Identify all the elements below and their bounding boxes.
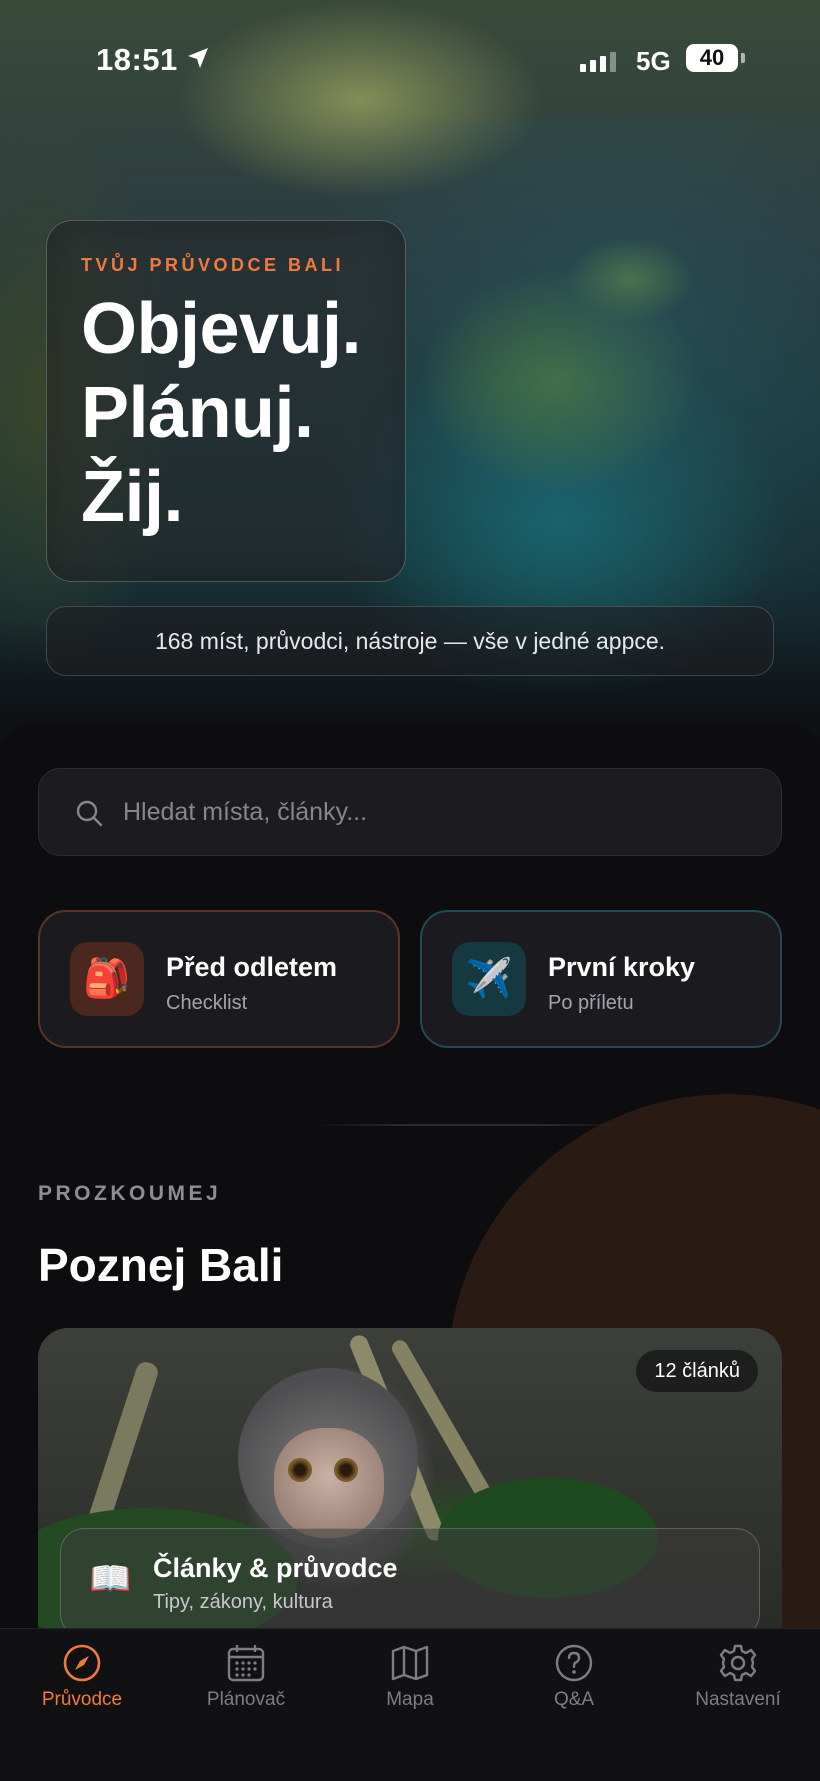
tab-label: Mapa	[386, 1689, 434, 1710]
image-monkey-eye	[288, 1458, 312, 1482]
quick-action-title: První kroky	[548, 952, 696, 982]
tab-label: Průvodce	[41, 1689, 123, 1710]
section-title: Poznej Bali	[38, 1239, 284, 1291]
tab-label: Plánovač	[206, 1689, 286, 1710]
status-bar: 18:51 5G 40	[0, 38, 820, 78]
gear-icon	[719, 1644, 757, 1682]
tab-label: Nastavení	[695, 1689, 781, 1710]
feature-card-title: Články & průvodce	[153, 1553, 398, 1583]
status-time: 18:51	[96, 42, 178, 77]
image-monkey-face	[274, 1428, 384, 1538]
section-divider	[312, 1124, 632, 1126]
signal-bars-icon	[580, 50, 616, 72]
compass-icon	[63, 1644, 101, 1682]
tab-bar: Průvodce Plánovač Mapa Q&A Nastavení	[0, 1628, 820, 1781]
battery-tip	[741, 53, 745, 63]
tab-pruvodce[interactable]: Průvodce	[0, 1643, 164, 1733]
section-kicker: PROZKOUMEJ	[38, 1182, 222, 1205]
tab-planovac[interactable]: Plánovač	[164, 1643, 328, 1733]
location-arrow-icon	[186, 46, 210, 75]
feature-card-info: 📖 Články & průvodce Tipy, zákony, kultur…	[60, 1528, 760, 1638]
search-bar[interactable]	[38, 768, 782, 856]
network-type: 5G	[636, 46, 671, 76]
hero-title-line: Žij.	[81, 457, 184, 537]
tab-nastaveni[interactable]: Nastavení	[656, 1643, 820, 1733]
backpack-icon: 🎒	[70, 942, 144, 1016]
airplane-icon: ✈️	[452, 942, 526, 1016]
book-icon: 📖	[89, 1560, 132, 1598]
quick-action-first-steps[interactable]: ✈️ První kroky Po příletu	[420, 910, 782, 1048]
hero-title-line: Plánuj.	[81, 373, 314, 453]
map-icon	[391, 1645, 429, 1681]
hero-card: TVŮJ PRŮVODCE BALI Objevuj. Plánuj. Žij.	[46, 220, 406, 582]
main-content: 🎒 Před odletem Checklist ✈️ První kroky …	[0, 722, 820, 1781]
quick-action-subtitle: Checklist	[166, 992, 248, 1014]
tab-qa[interactable]: Q&A	[492, 1643, 656, 1733]
hero-title-line: Objevuj.	[81, 289, 362, 369]
tab-mapa[interactable]: Mapa	[328, 1643, 492, 1733]
battery-level: 40	[686, 44, 738, 72]
image-monkey-eye	[334, 1458, 358, 1482]
question-icon	[555, 1644, 593, 1682]
quick-action-subtitle: Po příletu	[548, 992, 634, 1014]
tab-label: Q&A	[553, 1689, 595, 1710]
hero-tagline: 168 míst, průvodci, nástroje — vše v jed…	[46, 606, 774, 676]
hero-kicker: TVŮJ PRŮVODCE BALI	[81, 255, 345, 275]
article-count-badge: 12 článků	[636, 1350, 758, 1392]
quick-action-before-departure[interactable]: 🎒 Před odletem Checklist	[38, 910, 400, 1048]
hero-title: Objevuj. Plánuj. Žij.	[81, 287, 362, 539]
search-icon	[75, 799, 103, 832]
search-input[interactable]	[123, 769, 743, 855]
feature-card-subtitle: Tipy, zákony, kultura	[153, 1591, 333, 1613]
calendar-icon	[227, 1645, 265, 1682]
quick-action-title: Před odletem	[166, 952, 338, 982]
